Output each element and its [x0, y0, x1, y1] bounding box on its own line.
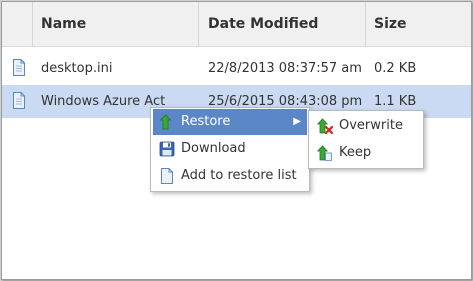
- file-icon: [13, 59, 25, 76]
- column-divider[interactable]: [32, 2, 33, 46]
- table-row[interactable]: desktop.ini 22/8/2013 08:37:57 am 0.2 KB: [2, 52, 471, 85]
- floppy-disk-icon: [159, 141, 175, 157]
- menu-item-label: Add to restore list: [181, 168, 297, 183]
- file-date-modified: 22/8/2013 08:37:57 am: [208, 61, 362, 76]
- menu-item-label: Restore: [181, 114, 231, 129]
- column-header-size[interactable]: Size: [374, 2, 407, 46]
- column-header-name[interactable]: Name: [41, 2, 86, 46]
- menu-item-download[interactable]: Download: [153, 136, 307, 162]
- restore-arrow-icon: [159, 114, 172, 130]
- restore-overwrite-icon: [317, 118, 333, 134]
- menu-item-label: Keep: [339, 145, 372, 160]
- file-icon: [13, 92, 25, 109]
- file-name: Windows Azure Active Di: [41, 94, 165, 109]
- submenu-item-overwrite[interactable]: Overwrite: [311, 113, 421, 139]
- file-size: 0.2 KB: [374, 61, 417, 76]
- submenu-item-keep[interactable]: Keep: [311, 140, 421, 166]
- file-name: desktop.ini: [41, 61, 113, 76]
- column-header-date-modified[interactable]: Date Modified: [208, 2, 318, 46]
- file-browser-window: Name Date Modified Size desktop.ini 22/8…: [1, 1, 472, 280]
- restore-keep-icon: [317, 145, 332, 161]
- menu-item-label: Overwrite: [339, 118, 403, 133]
- menu-item-add-to-restore-list[interactable]: Add to restore list: [153, 163, 307, 189]
- column-divider[interactable]: [198, 2, 199, 46]
- column-divider[interactable]: [365, 2, 366, 46]
- document-icon: [161, 168, 173, 184]
- restore-submenu: Overwrite Keep: [308, 110, 424, 169]
- menu-item-restore[interactable]: Restore ▶: [153, 109, 307, 135]
- table-header: Name Date Modified Size: [2, 2, 471, 47]
- submenu-arrow-icon: ▶: [293, 116, 301, 127]
- menu-item-label: Download: [181, 141, 246, 156]
- context-menu: Restore ▶ Download Add to restore list: [150, 107, 310, 192]
